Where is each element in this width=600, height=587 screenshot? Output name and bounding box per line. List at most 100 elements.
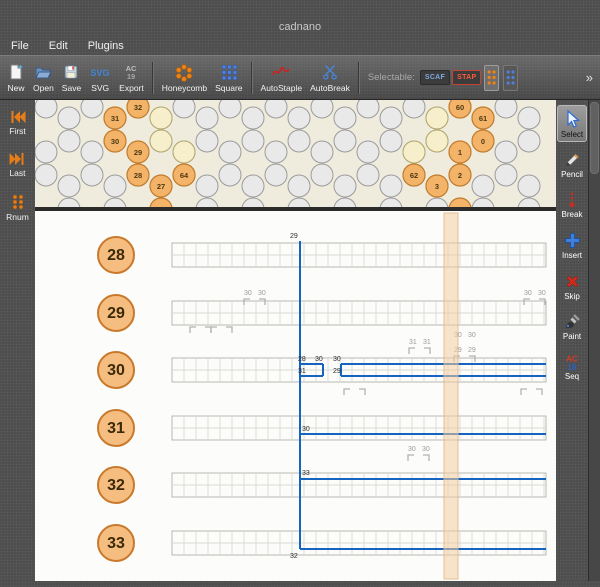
lattice-circle[interactable]: [81, 100, 103, 118]
lattice-circle[interactable]: [311, 100, 333, 118]
staple-end-mark[interactable]: [423, 455, 429, 461]
seq-tool-button[interactable]: AC19 Seq: [557, 349, 587, 384]
square-button[interactable]: Square: [212, 58, 245, 98]
svg-export-button[interactable]: SVG SVG: [86, 58, 114, 98]
toolbar-overflow-chevron[interactable]: »: [583, 70, 596, 85]
lattice-circle[interactable]: [35, 100, 57, 118]
lattice-circle[interactable]: [196, 130, 218, 152]
lattice-circle[interactable]: [242, 130, 264, 152]
helix-slice-circle[interactable]: [403, 141, 425, 163]
lattice-circle[interactable]: [81, 141, 103, 163]
lattice-circle[interactable]: [472, 175, 494, 197]
lattice-circle[interactable]: [334, 130, 356, 152]
autobreak-button[interactable]: AutoBreak: [307, 58, 353, 98]
skip-tool-button[interactable]: Skip: [557, 268, 587, 304]
staple-filter-button[interactable]: [503, 65, 518, 91]
break-tool-button[interactable]: Break: [557, 187, 587, 222]
staple-end-mark[interactable]: [424, 348, 430, 354]
vertical-scrollbar[interactable]: [588, 100, 600, 581]
helix-slice-circle[interactable]: [426, 107, 448, 129]
last-button[interactable]: Last: [9, 152, 25, 178]
staple-end-mark[interactable]: [211, 327, 217, 333]
menu-file[interactable]: File: [8, 39, 32, 53]
lattice-circle[interactable]: [495, 164, 517, 186]
lattice-circle[interactable]: [518, 198, 540, 207]
lattice-circle[interactable]: [104, 198, 126, 207]
staple-end-mark[interactable]: [244, 299, 250, 305]
staple-end-mark[interactable]: [408, 455, 414, 461]
lattice-circle[interactable]: [334, 198, 356, 207]
staple-end-mark[interactable]: [190, 327, 196, 333]
lattice-circle[interactable]: [357, 100, 379, 118]
staple-end-mark[interactable]: [536, 389, 542, 395]
lattice-circle[interactable]: [311, 164, 333, 186]
slice-view[interactable]: 323130292827643360610162322: [35, 100, 556, 207]
lattice-circle[interactable]: [196, 198, 218, 207]
lattice-circle[interactable]: [58, 107, 80, 129]
lattice-circle[interactable]: [265, 141, 287, 163]
lattice-circle[interactable]: [196, 107, 218, 129]
lattice-circle[interactable]: [242, 107, 264, 129]
lattice-circle[interactable]: [242, 175, 264, 197]
stap-selectable-button[interactable]: STAP: [452, 70, 481, 85]
export-button[interactable]: AC19 Export: [116, 58, 147, 98]
menu-edit[interactable]: Edit: [46, 39, 71, 53]
save-button[interactable]: Save: [59, 58, 84, 98]
staple-end-mark[interactable]: [524, 299, 530, 305]
path-view[interactable]: 2928303031293033323030303031313030292930…: [35, 211, 556, 581]
lattice-circle[interactable]: [518, 175, 540, 197]
lattice-circle[interactable]: [495, 100, 517, 118]
staple-end-mark[interactable]: [344, 389, 350, 395]
select-tool-button[interactable]: Select: [557, 105, 587, 142]
open-button[interactable]: Open: [30, 58, 57, 98]
lattice-circle[interactable]: [288, 130, 310, 152]
helix-slice-circle[interactable]: [150, 130, 172, 152]
path-canvas[interactable]: 2928303031293033323030303031313030292930…: [35, 211, 556, 581]
menu-plugins[interactable]: Plugins: [85, 39, 127, 53]
autostaple-button[interactable]: AutoStaple: [258, 58, 306, 98]
lattice-circle[interactable]: [35, 164, 57, 186]
lattice-circle[interactable]: [219, 164, 241, 186]
lattice-circle[interactable]: [518, 130, 540, 152]
staple-end-mark[interactable]: [409, 348, 415, 354]
lattice-circle[interactable]: [380, 175, 402, 197]
lattice-circle[interactable]: [426, 198, 448, 207]
lattice-circle[interactable]: [288, 198, 310, 207]
paint-tool-button[interactable]: Paint: [557, 309, 587, 344]
lattice-circle[interactable]: [334, 107, 356, 129]
honeycomb-button[interactable]: Honeycomb: [159, 58, 210, 98]
new-button[interactable]: New: [4, 58, 28, 98]
lattice-circle[interactable]: [357, 141, 379, 163]
lattice-circle[interactable]: [495, 141, 517, 163]
lattice-circle[interactable]: [288, 107, 310, 129]
staple-end-mark[interactable]: [259, 299, 265, 305]
lattice-circle[interactable]: [219, 100, 241, 118]
staple-end-mark[interactable]: [521, 389, 527, 395]
lattice-circle[interactable]: [58, 130, 80, 152]
lattice-circle[interactable]: [265, 100, 287, 118]
lattice-circle[interactable]: [403, 100, 425, 118]
lattice-circle[interactable]: [518, 107, 540, 129]
helix-slice-circle[interactable]: [173, 141, 195, 163]
lattice-circle[interactable]: [196, 175, 218, 197]
first-button[interactable]: First: [9, 110, 26, 136]
lattice-circle[interactable]: [357, 164, 379, 186]
staple-end-mark[interactable]: [205, 327, 211, 333]
lattice-circle[interactable]: [380, 130, 402, 152]
staple-end-mark[interactable]: [359, 389, 365, 395]
lattice-circle[interactable]: [242, 198, 264, 207]
lattice-circle[interactable]: [81, 164, 103, 186]
staple-end-mark[interactable]: [226, 327, 232, 333]
lattice-circle[interactable]: [58, 198, 80, 207]
lattice-circle[interactable]: [219, 141, 241, 163]
scaffold-filter-button[interactable]: [484, 65, 499, 91]
lattice-circle[interactable]: [173, 100, 195, 118]
helix-slice-circle[interactable]: [150, 107, 172, 129]
insert-tool-button[interactable]: Insert: [557, 227, 587, 263]
rnum-button[interactable]: Rnum: [6, 194, 29, 222]
lattice-circle[interactable]: [35, 141, 57, 163]
title-bar[interactable]: cadnano: [0, 0, 600, 36]
lattice-circle[interactable]: [58, 175, 80, 197]
lattice-circle[interactable]: [311, 141, 333, 163]
slice-canvas[interactable]: 323130292827643360610162322: [35, 100, 556, 207]
